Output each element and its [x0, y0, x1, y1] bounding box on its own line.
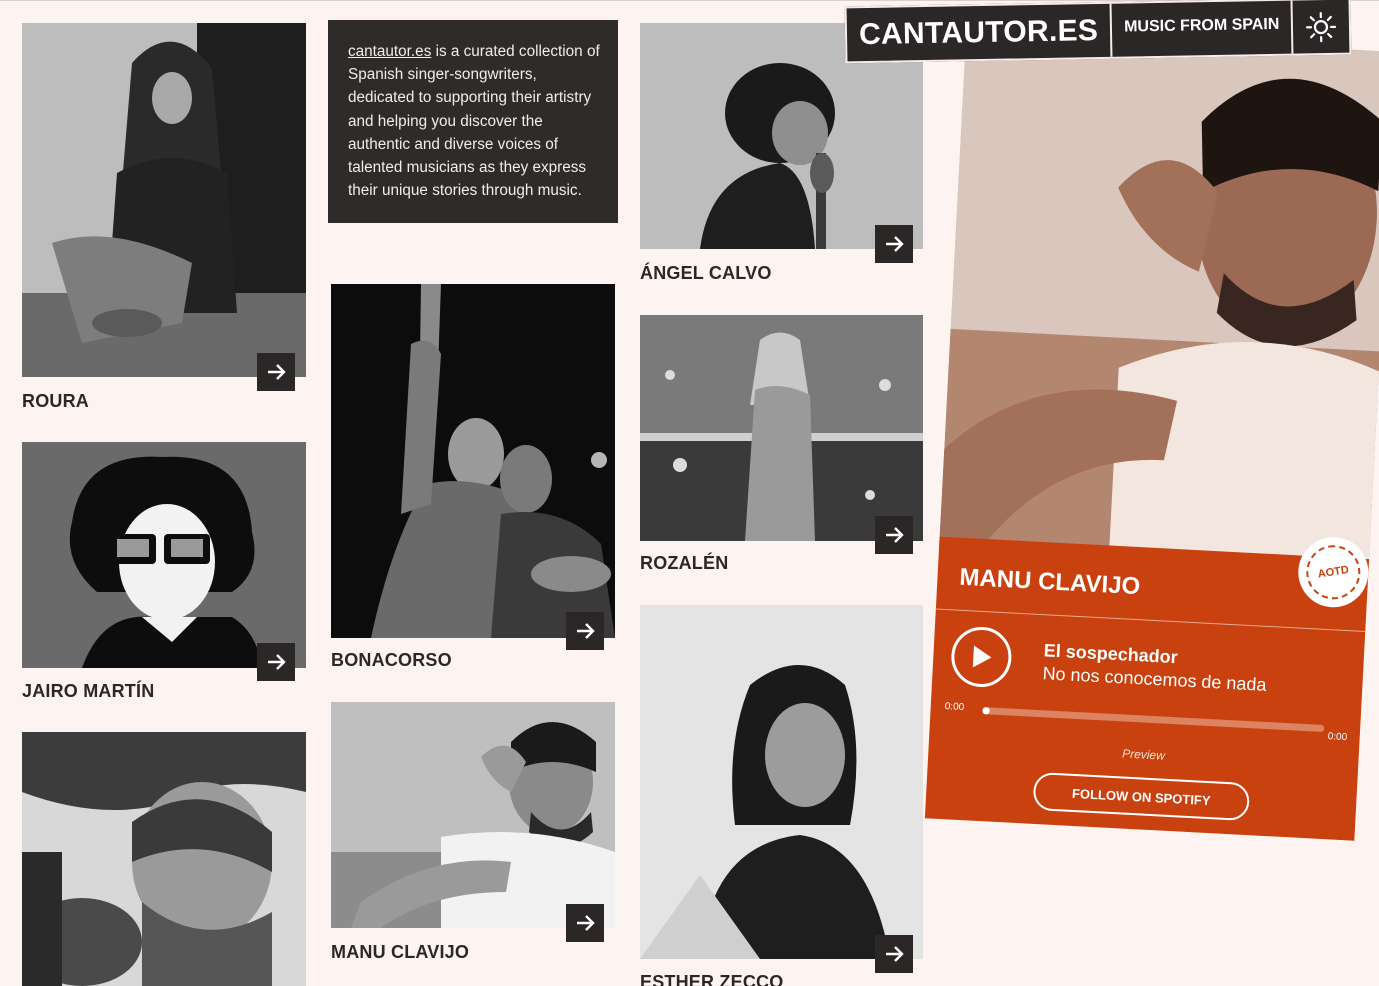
time-total: 0:00 [1327, 731, 1348, 744]
artist-name[interactable]: MANU CLAVIJO [331, 942, 469, 963]
featured-artist-name[interactable]: MANU CLAVIJO [959, 564, 1141, 601]
featured-artist-photo[interactable] [939, 29, 1379, 572]
progress-fill [982, 707, 990, 715]
open-artist-button[interactable] [875, 516, 913, 554]
open-artist-button[interactable] [875, 935, 913, 973]
artist-card-bonacorso[interactable]: BONACORSO [331, 284, 615, 676]
artist-name[interactable]: ESTHER ZECCO [640, 972, 783, 986]
sun-icon [1306, 11, 1337, 42]
theme-toggle-button[interactable] [1293, 0, 1350, 54]
artist-name[interactable]: ROURA [22, 391, 89, 412]
artist-card-manu-clavijo[interactable]: MANU CLAVIJO [331, 702, 615, 968]
site-header: CANTAUTOR.ES MUSIC FROM SPAIN [844, 0, 1352, 64]
featured-artist-panel: AOTD MANU CLAVIJO El sospechador No nos … [924, 29, 1379, 845]
artist-photo[interactable] [22, 23, 306, 377]
arrow-right-icon [886, 946, 904, 962]
artist-photo[interactable] [640, 315, 923, 541]
divider [935, 608, 1366, 633]
intro-box: cantautor.es is a curated collection of … [328, 20, 618, 223]
featured-player: AOTD MANU CLAVIJO El sospechador No nos … [924, 535, 1371, 841]
arrow-right-icon [886, 527, 904, 543]
site-link[interactable]: cantautor.es [348, 43, 431, 60]
progress-bar[interactable] [982, 707, 1325, 732]
arrow-right-icon [577, 915, 595, 931]
artist-photo[interactable] [331, 702, 615, 928]
arrow-right-icon [577, 623, 595, 639]
artist-name[interactable]: BONACORSO [331, 650, 452, 671]
open-artist-button[interactable] [257, 353, 295, 391]
album-title: No nos conocemos de nada [1042, 663, 1268, 695]
arrow-right-icon [886, 236, 904, 252]
open-artist-button[interactable] [875, 225, 913, 263]
intro-text: cantautor.es is a curated collection of … [348, 40, 600, 202]
arrow-right-icon [268, 364, 286, 380]
artist-card-roura[interactable]: ROURA [22, 23, 306, 418]
site-tagline: MUSIC FROM SPAIN [1111, 0, 1294, 57]
artist-card-jairo-martin[interactable]: JAIRO MARTÍN [22, 442, 306, 707]
intro-body: is a curated collection of Spanish singe… [348, 43, 600, 200]
artist-photo[interactable] [331, 284, 615, 638]
artist-card-esther-zecco[interactable]: ESTHER ZECCO [640, 605, 923, 986]
follow-on-spotify-button[interactable]: FOLLOW ON SPOTIFY [1032, 771, 1251, 822]
play-button[interactable] [949, 625, 1013, 689]
artist-name[interactable]: ROZALÉN [640, 553, 728, 574]
artist-photo[interactable] [22, 732, 306, 986]
open-artist-button[interactable] [257, 643, 295, 681]
preview-label: Preview [1121, 746, 1166, 763]
artist-name[interactable]: ÁNGEL CALVO [640, 263, 772, 284]
time-current: 0:00 [944, 701, 965, 714]
artist-photo[interactable] [22, 442, 306, 668]
artist-card-rozalen[interactable]: ROZALÉN [640, 315, 923, 578]
artist-name[interactable]: JAIRO MARTÍN [22, 681, 154, 702]
badge-label: AOTD [1302, 541, 1365, 604]
open-artist-button[interactable] [566, 612, 604, 650]
artist-photo[interactable] [640, 605, 923, 959]
play-icon [972, 645, 992, 668]
site-logo[interactable]: CANTAUTOR.ES [846, 3, 1113, 62]
artist-card-guitarist[interactable] [22, 732, 306, 986]
arrow-right-icon [268, 654, 286, 670]
open-artist-button[interactable] [566, 904, 604, 942]
